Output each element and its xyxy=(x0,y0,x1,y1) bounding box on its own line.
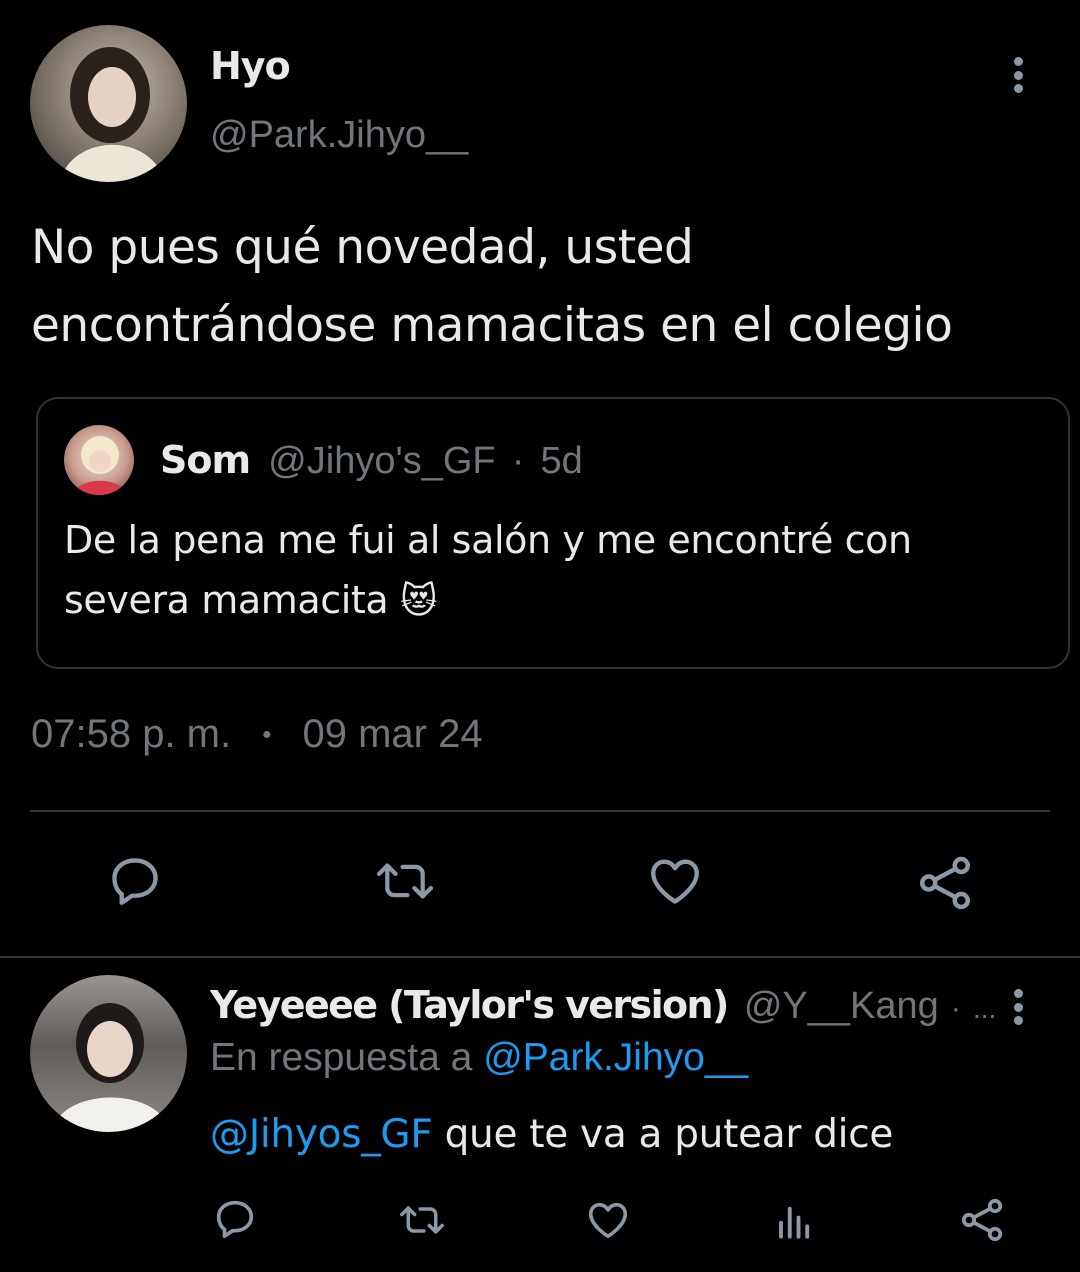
tweet-separator xyxy=(0,956,1080,958)
author-handle[interactable]: @Park.Jihyo__ xyxy=(210,114,468,157)
heart-icon xyxy=(588,1202,628,1239)
reply-text-row: @Jihyos_GF que te va a putear dice xyxy=(210,1112,893,1157)
quote-text-line-2-row: severa mamacita 😻 xyxy=(64,578,438,622)
quote-age: 5d xyxy=(540,440,583,482)
share-icon xyxy=(920,856,970,910)
reply-author-row: Yeyeeee (Taylor's version) @Y__Kang · ..… xyxy=(210,983,1000,1028)
heart-eyes-cat-emoji: 😻 xyxy=(399,581,438,622)
author-name[interactable]: Hyo xyxy=(210,44,291,88)
comment-icon xyxy=(216,1200,254,1239)
quote-author-name[interactable]: Som xyxy=(160,438,251,482)
retweet-icon xyxy=(400,1206,444,1234)
more-vertical-icon xyxy=(1013,989,1023,998)
more-vertical-icon xyxy=(1013,57,1023,66)
quote-text-line-2: severa mamacita xyxy=(64,578,389,622)
quote-author-handle[interactable]: @Jihyo's_GF xyxy=(268,440,495,482)
quote-text-line-1: De la pena me fui al salón y me encontré… xyxy=(64,518,912,562)
replying-to-label: En respuesta a xyxy=(210,1036,473,1079)
replying-to-handle[interactable]: @Park.Jihyo__ xyxy=(483,1036,748,1079)
comment-icon xyxy=(112,858,158,905)
reply-mention[interactable]: @Jihyos_GF xyxy=(210,1112,433,1157)
reply-retweet-button[interactable] xyxy=(396,1198,448,1242)
quote-author-avatar[interactable] xyxy=(64,425,134,495)
share-icon xyxy=(961,1198,1003,1242)
reply-more-options-button[interactable] xyxy=(1011,989,1025,1025)
more-options-button[interactable] xyxy=(1011,57,1025,93)
reply-author-handle[interactable]: @Y__Kang xyxy=(744,985,939,1027)
reply-share-button[interactable] xyxy=(958,1196,1006,1244)
tweet-text-line-2: encontrándose mamacitas en el colegio xyxy=(31,298,953,353)
replying-to-row: En respuesta a @Park.Jihyo__ xyxy=(210,1036,748,1080)
views-icon xyxy=(779,1206,810,1239)
timestamp-dot: • xyxy=(262,719,272,749)
tweet-time: 07:58 p. m. xyxy=(31,712,232,756)
retweet-icon xyxy=(376,863,434,899)
reply-author-name[interactable]: Yeyeeee (Taylor's version) xyxy=(210,983,729,1027)
tweet-timestamp-row: 07:58 p. m. • 09 mar 24 xyxy=(31,712,483,757)
reply-truncation-ellipsis: ... xyxy=(972,993,997,1024)
heart-icon xyxy=(651,859,699,904)
quote-avatar-image xyxy=(72,436,128,495)
reply-text: que te va a putear dice xyxy=(444,1112,894,1157)
share-button[interactable] xyxy=(915,853,975,913)
like-button[interactable] xyxy=(645,852,705,910)
tweet-text-line-1: No pues qué novedad, usted xyxy=(31,220,694,275)
retweet-button[interactable] xyxy=(372,852,438,910)
tweet-date: 09 mar 24 xyxy=(302,712,483,756)
reply-author-avatar[interactable] xyxy=(30,975,187,1132)
reply-reply-button[interactable] xyxy=(212,1196,258,1242)
author-avatar[interactable] xyxy=(30,25,187,182)
quote-separator: · xyxy=(511,440,525,482)
reply-like-button[interactable] xyxy=(585,1197,631,1243)
quote-author-row: Som @Jihyo's_GF · 5d xyxy=(160,438,583,483)
reply-avatar-image xyxy=(52,1003,170,1132)
reply-button[interactable] xyxy=(106,852,164,910)
divider xyxy=(30,810,1050,812)
author-avatar-image xyxy=(60,47,165,182)
reply-views-button[interactable] xyxy=(774,1200,816,1242)
reply-separator: · xyxy=(950,992,961,1025)
